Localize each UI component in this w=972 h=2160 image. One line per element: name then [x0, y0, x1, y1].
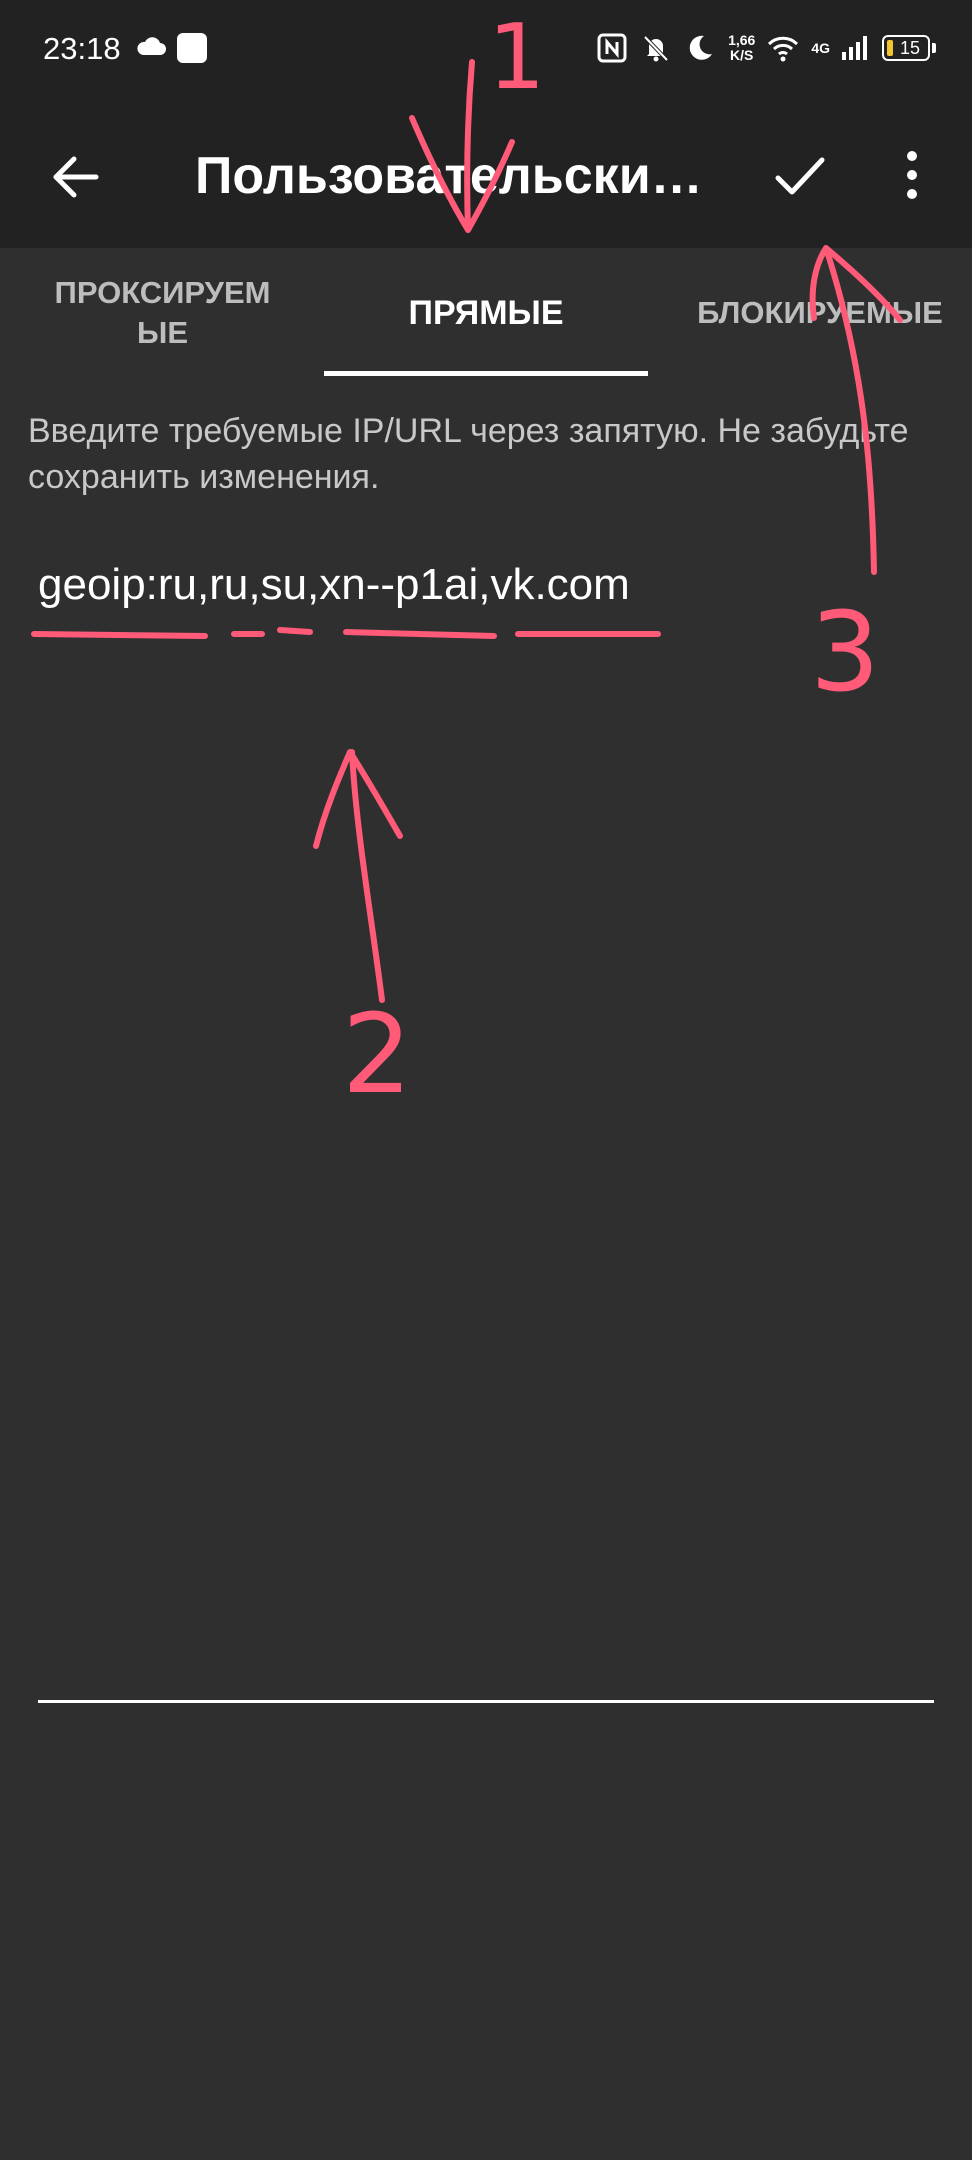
- save-button[interactable]: [770, 146, 830, 206]
- tab-direct-label: ПРЯМЫЕ: [408, 294, 564, 332]
- battery-icon: 15: [882, 35, 930, 61]
- status-icons: 1,66 K/S 4G 15: [596, 28, 936, 68]
- tab-direct[interactable]: ПРЯМЫЕ: [324, 248, 648, 378]
- input-underline: [38, 1700, 934, 1703]
- status-time: 23:18: [43, 31, 121, 66]
- speed-unit: K/S: [730, 47, 754, 63]
- cloud-icon: [137, 37, 166, 55]
- arrow-left-icon: [53, 156, 99, 198]
- back-button[interactable]: [46, 147, 106, 207]
- annotation-underline: [31, 627, 661, 639]
- tab-blocked-label: БЛОКИРУЕМЫЕ: [697, 295, 943, 330]
- tab-indicator: [324, 371, 648, 376]
- check-icon: [775, 157, 825, 195]
- battery-level: [887, 40, 893, 56]
- tab-proxied[interactable]: ПРОКСИРУЕМЫЕ: [20, 248, 305, 378]
- network-type: 4G: [811, 40, 830, 56]
- network-speed: 1,66 K/S: [728, 33, 755, 63]
- rules-input[interactable]: geoip:ru,ru,su,xn--p1ai,vk.com: [38, 560, 630, 610]
- tab-proxied-label: ПРОКСИРУЕМЫЕ: [54, 275, 271, 350]
- annotation-marker-2: 2: [342, 990, 412, 1118]
- annotation-marker-3: 3: [810, 588, 880, 716]
- status-bar: 23:18 1,66 K/S 4G 15: [0, 0, 972, 100]
- battery-percent: 15: [899, 37, 921, 58]
- app-notification-icon: [177, 33, 207, 63]
- annotation-arrow-2: [313, 749, 403, 1003]
- moon-icon: [689, 35, 713, 60]
- bell-off-icon: [643, 35, 669, 62]
- signal-icon: [842, 36, 867, 60]
- more-vert-icon: [907, 151, 917, 199]
- page-title: Пользовательские…: [195, 147, 715, 205]
- speed-value: 1,66: [728, 32, 756, 48]
- wifi-icon: [768, 36, 799, 62]
- tab-blocked[interactable]: БЛОКИРУЕМЫЕ: [668, 248, 972, 378]
- more-menu-button[interactable]: [885, 146, 945, 206]
- tab-bar: ПРОКСИРУЕМЫЕ ПРЯМЫЕ БЛОКИРУЕМЫЕ: [0, 248, 972, 378]
- hint-text: Введите требуемые IP/URL через запятую. …: [28, 412, 909, 496]
- app-bar: Пользовательские…: [0, 100, 972, 248]
- battery-tip: [932, 43, 936, 53]
- nfc-icon: [597, 33, 627, 63]
